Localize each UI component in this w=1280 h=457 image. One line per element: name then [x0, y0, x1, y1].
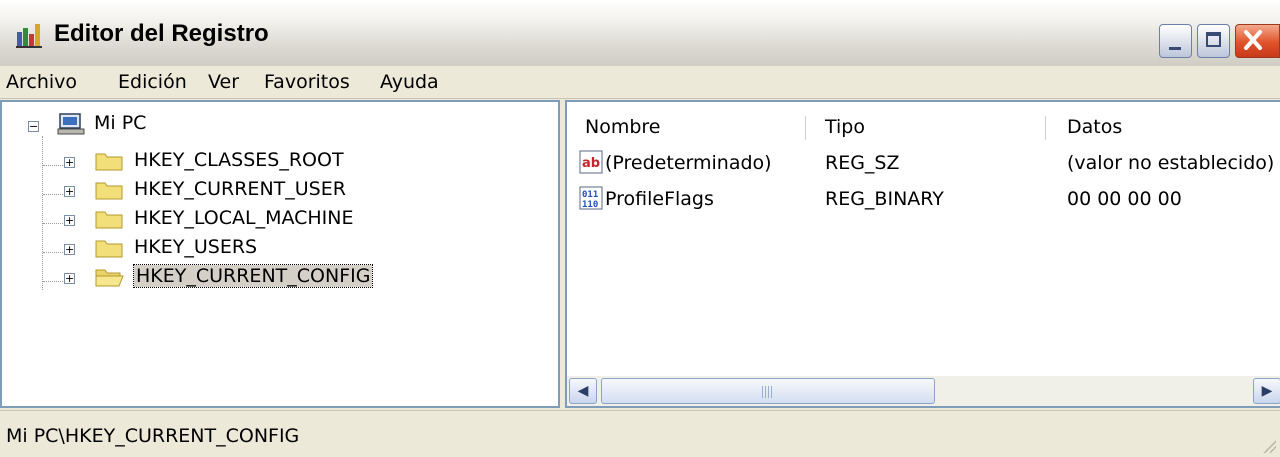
computer-icon — [57, 113, 85, 135]
tree-connector — [43, 165, 63, 166]
column-header-datos[interactable]: Datos — [1067, 116, 1122, 138]
list-item[interactable]: ab (Predeterminado) REG_SZ (valor no est… — [567, 150, 1280, 180]
value-data: 00 00 00 00 — [1067, 188, 1182, 210]
tree-item-hkey-users[interactable]: HKEY_USERS — [134, 236, 257, 258]
string-value-icon: ab — [579, 150, 603, 174]
tree-connector — [42, 136, 43, 290]
value-data: (valor no establecido) — [1067, 152, 1275, 174]
folder-icon — [95, 182, 123, 200]
close-button[interactable] — [1235, 24, 1280, 58]
tree-root-label[interactable]: Mi PC — [94, 112, 146, 134]
horizontal-scrollbar[interactable]: ◀ ▶ — [567, 376, 1280, 406]
folder-icon — [95, 153, 123, 171]
menu-ver[interactable]: Ver — [208, 71, 239, 93]
maximize-button[interactable] — [1197, 24, 1230, 58]
column-divider[interactable] — [1045, 116, 1046, 140]
value-type: REG_SZ — [825, 152, 900, 174]
status-path: Mi PC\HKEY_CURRENT_CONFIG — [6, 425, 300, 447]
resize-grip-icon[interactable] — [1262, 439, 1276, 453]
svg-text:110: 110 — [582, 200, 598, 210]
menu-bar: Archivo Edición Ver Favoritos Ayuda — [0, 66, 1280, 99]
values-pane[interactable]: Nombre Tipo Datos ab (Predeterminado) RE… — [565, 100, 1280, 408]
expand-toggle[interactable]: + — [64, 186, 75, 197]
binary-value-icon: 011 110 — [579, 186, 603, 210]
scroll-right-button[interactable]: ▶ — [1253, 378, 1280, 404]
tree-item-hkey-current-user[interactable]: HKEY_CURRENT_USER — [134, 178, 346, 200]
list-header: Nombre Tipo Datos — [567, 102, 1280, 142]
tree-connector — [43, 194, 63, 195]
folder-open-icon — [95, 269, 124, 287]
registry-editor-icon — [16, 24, 42, 48]
column-divider[interactable] — [805, 116, 806, 140]
tree-item-hkey-classes-root[interactable]: HKEY_CLASSES_ROOT — [134, 149, 344, 171]
window-title: Editor del Registro — [54, 20, 269, 47]
folder-icon — [95, 211, 123, 229]
arrow-left-icon: ◀ — [577, 383, 589, 399]
title-bar[interactable]: Editor del Registro — [0, 0, 1280, 67]
collapse-toggle[interactable]: − — [28, 121, 39, 132]
folder-icon — [95, 240, 123, 258]
minimize-button[interactable] — [1159, 24, 1192, 58]
scroll-left-button[interactable]: ◀ — [569, 378, 597, 404]
menu-favoritos[interactable]: Favoritos — [264, 71, 350, 93]
value-name: ProfileFlags — [605, 188, 714, 210]
column-header-tipo[interactable]: Tipo — [825, 116, 865, 138]
expand-toggle[interactable]: + — [64, 244, 75, 255]
value-name: (Predeterminado) — [605, 152, 772, 174]
tree-connector — [43, 252, 63, 253]
menu-edicion[interactable]: Edición — [118, 71, 187, 93]
tree-connector — [43, 223, 63, 224]
tree-connector — [43, 281, 63, 282]
menu-archivo[interactable]: Archivo — [6, 71, 77, 93]
tree-pane[interactable]: − Mi PC + HKEY_CLASSES_ROOT + HKEY_CURRE… — [0, 100, 560, 408]
expand-toggle[interactable]: + — [64, 157, 75, 168]
svg-text:ab: ab — [582, 156, 600, 171]
status-bar: Mi PC\HKEY_CURRENT_CONFIG — [0, 410, 1280, 457]
tree-item-hkey-current-config[interactable]: HKEY_CURRENT_CONFIG — [132, 264, 374, 288]
value-type: REG_BINARY — [825, 188, 944, 210]
scroll-thumb[interactable] — [601, 378, 935, 404]
svg-text:011: 011 — [582, 190, 598, 200]
expand-toggle[interactable]: + — [64, 273, 75, 284]
column-header-nombre[interactable]: Nombre — [585, 116, 661, 138]
tree-item-hkey-local-machine[interactable]: HKEY_LOCAL_MACHINE — [134, 207, 354, 229]
grip-icon — [762, 386, 774, 398]
menu-ayuda[interactable]: Ayuda — [380, 71, 439, 93]
expand-toggle[interactable]: + — [64, 215, 75, 226]
arrow-right-icon: ▶ — [1261, 383, 1273, 399]
close-icon — [1244, 30, 1262, 50]
list-item[interactable]: 011 110 ProfileFlags REG_BINARY 00 00 00… — [567, 186, 1280, 216]
